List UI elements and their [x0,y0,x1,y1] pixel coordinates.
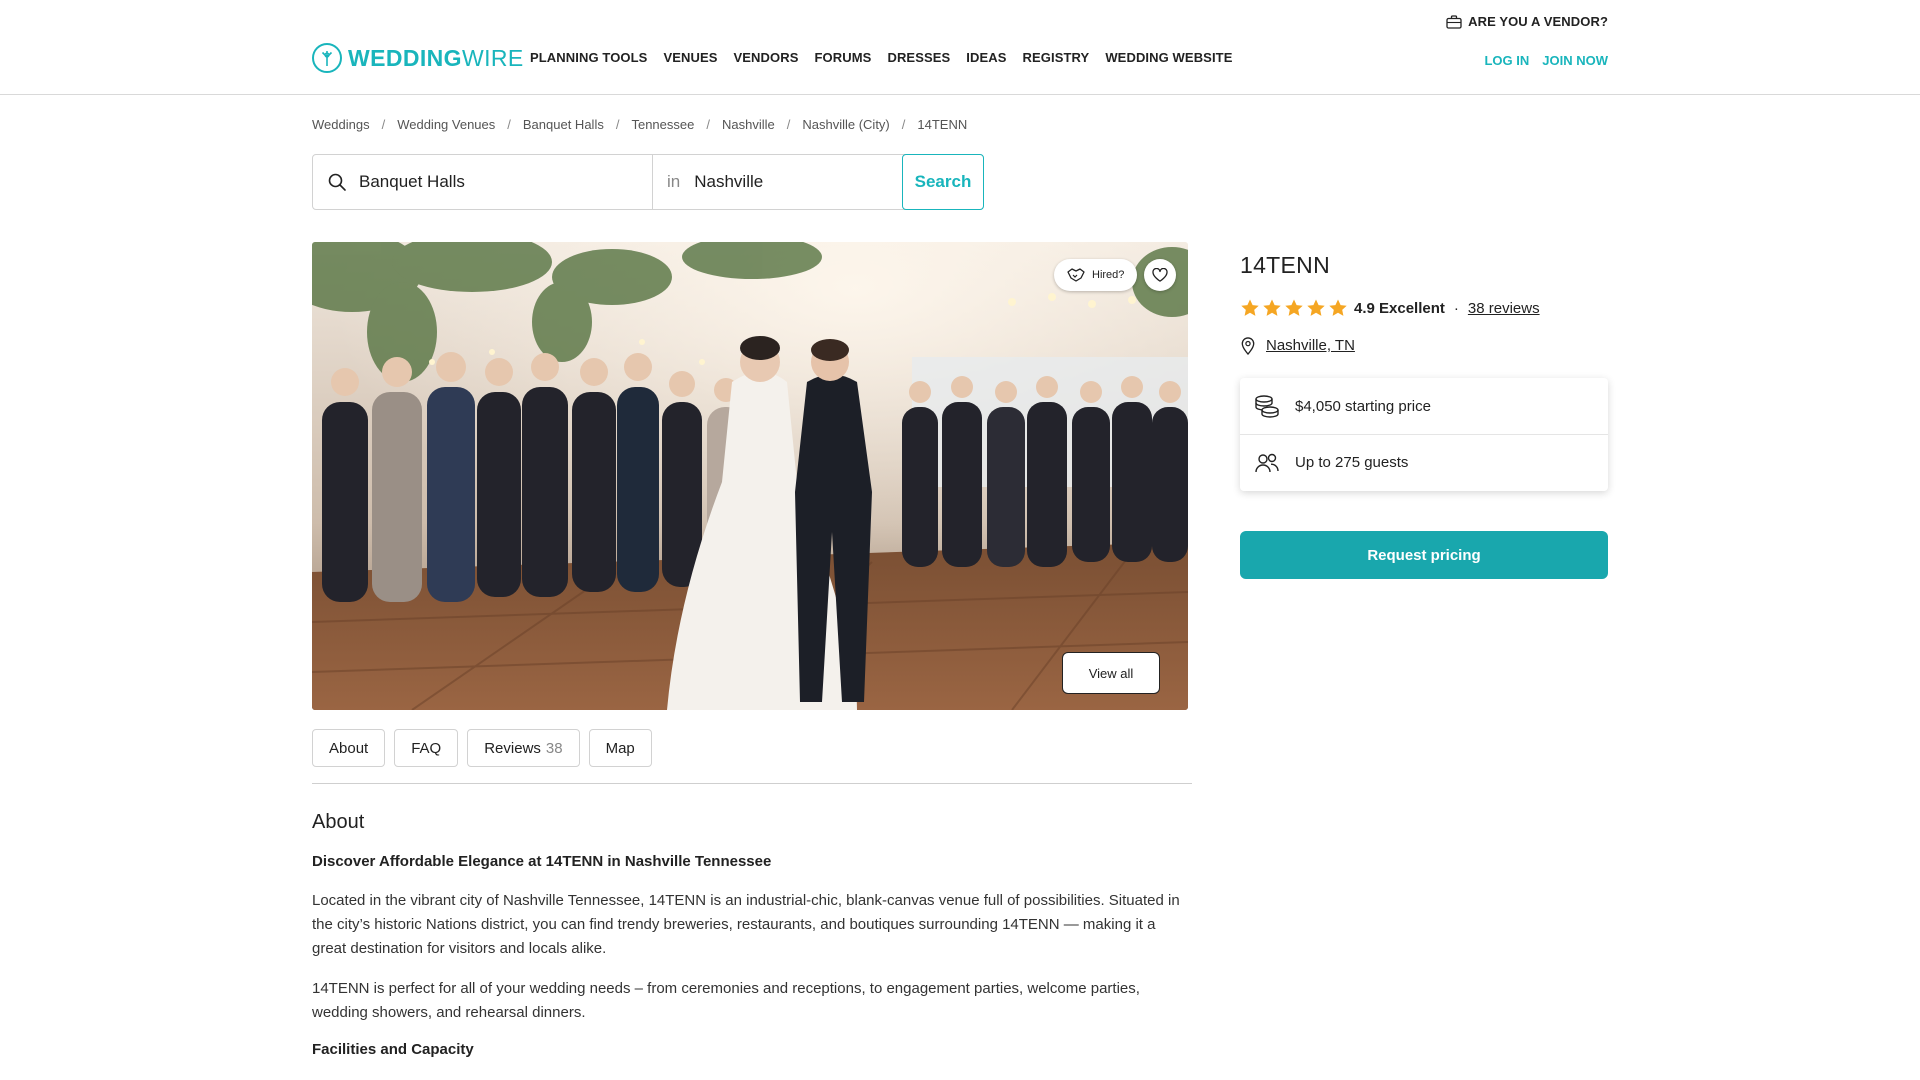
venue-facts-card: $4,050 starting price Up to 275 guests [1240,378,1608,491]
facilities-heading: Facilities and Capacity [312,1041,474,1058]
star-icon [1307,299,1325,316]
rating-separator: · [1453,299,1459,317]
join-link[interactable]: JOIN NOW [1542,53,1608,68]
about-section: About Discover Affordable Elegance at 14… [312,811,1192,1058]
breadcrumb-wedding-venues[interactable]: Wedding Venues [397,117,495,132]
about-heading: About [312,811,365,833]
starting-price: $4,050 starting price [1295,397,1431,415]
coins-icon [1255,395,1279,418]
search-bar: in Search [312,154,984,210]
logo-wordmark: WEDDINGWIRE [348,44,524,71]
reviews-count: 38 [545,739,563,757]
tab-reviews[interactable]: Reviews 38 [467,729,580,767]
map-pin-icon [1241,337,1255,355]
hired-label: Hired? [1092,269,1125,281]
venue-name: 14TENN [1240,252,1330,278]
breadcrumb-separator: / [615,117,620,132]
breadcrumb-separator: / [706,117,710,132]
rating-value: 4.9 Excellent [1354,299,1445,317]
divider [312,783,1192,784]
vendor-link[interactable]: ARE YOU A VENDOR? [1446,14,1608,29]
weddingwire-logo[interactable]: WEDDINGWIRE [312,43,524,73]
request-pricing-button[interactable]: Request pricing [1240,531,1608,579]
venue-photo-gallery[interactable]: Hired? View all [312,242,1188,710]
star-icon [1329,299,1347,316]
location-row: Nashville, TN [1240,336,1355,355]
tab-faq[interactable]: FAQ [394,729,459,767]
auth-links: LOG IN JOIN NOW [1484,53,1608,68]
nav-registry[interactable]: REGISTRY [1023,50,1090,65]
star-icon [1263,299,1281,316]
main-nav: PLANNING TOOLS VENUES VENDORS FORUMS DRE… [530,50,1232,65]
tab-about-label: About [329,739,369,757]
star-rating [1240,298,1348,318]
search-icon [328,173,346,191]
about-paragraph: 14TENN is perfect for all of your weddin… [312,980,1140,1021]
about-paragraph: Located in the vibrant city of Nashville… [312,892,1180,957]
breadcrumb-banquet-halls[interactable]: Banquet Halls [523,117,604,132]
briefcase-icon [1446,14,1462,29]
heart-icon [1152,268,1168,282]
tab-faq-label: FAQ [411,739,442,757]
in-label: in [667,172,681,191]
handshake-icon [1067,268,1085,282]
tab-about[interactable]: About [312,729,386,767]
breadcrumb: Weddings / Wedding Venues / Banquet Hall… [312,117,967,132]
location-search: in [653,155,903,209]
breadcrumb-separator: / [786,117,791,132]
category-input[interactable] [359,172,619,192]
price-fact: $4,050 starting price [1240,378,1608,434]
tab-reviews-label: Reviews [484,739,541,757]
breadcrumb-separator: / [901,117,906,132]
section-tabs: About FAQ Reviews 38 Map [312,729,652,767]
breadcrumb-current: 14TENN [917,117,968,132]
nav-planning-tools[interactable]: PLANNING TOOLS [530,50,647,65]
rating-row: 4.9 Excellent · 38 reviews [1240,298,1540,318]
nav-venues[interactable]: VENUES [663,50,717,65]
category-search [313,155,653,209]
venue-summary: 14TENN 4.9 Excellent · 38 reviews Nashvi… [1240,252,1608,579]
tab-map-label: Map [605,739,635,757]
breadcrumb-separator: / [507,117,511,132]
location-link[interactable]: Nashville, TN [1266,337,1355,354]
site-header: ARE YOU A VENDOR? WEDDINGWIRE PLANNING T… [0,0,1920,95]
nav-dresses[interactable]: DRESSES [887,50,950,65]
breadcrumb-nashville[interactable]: Nashville [722,117,775,132]
breadcrumb-nashville-city[interactable]: Nashville (City) [802,117,889,132]
guests-icon [1255,453,1279,472]
star-icon [1285,299,1303,316]
guest-capacity: Up to 275 guests [1295,454,1409,471]
wedding-first-dance-photo [312,242,1188,710]
nav-vendors[interactable]: VENDORS [734,50,799,65]
star-icon [1241,299,1259,316]
search-button[interactable]: Search [902,154,984,210]
about-subheading: Discover Affordable Elegance at 14TENN i… [312,853,772,870]
guests-fact: Up to 275 guests [1240,434,1608,490]
nav-wedding-website[interactable]: WEDDING WEBSITE [1105,50,1232,65]
favorite-button[interactable] [1144,259,1176,291]
hired-button[interactable]: Hired? [1054,259,1138,291]
breadcrumb-separator: / [381,117,386,132]
location-input[interactable] [694,172,875,192]
tab-map[interactable]: Map [588,729,652,767]
nav-ideas[interactable]: IDEAS [966,50,1006,65]
breadcrumb-tennessee[interactable]: Tennessee [631,117,694,132]
breadcrumb-weddings[interactable]: Weddings [312,117,370,132]
view-all-photos-button[interactable]: View all [1062,652,1160,694]
vendor-link-label: ARE YOU A VENDOR? [1468,14,1608,29]
nav-forums[interactable]: FORUMS [815,50,872,65]
login-link[interactable]: LOG IN [1484,53,1529,68]
reviews-link[interactable]: 38 reviews [1468,300,1540,317]
logo-mark-icon [312,43,342,73]
